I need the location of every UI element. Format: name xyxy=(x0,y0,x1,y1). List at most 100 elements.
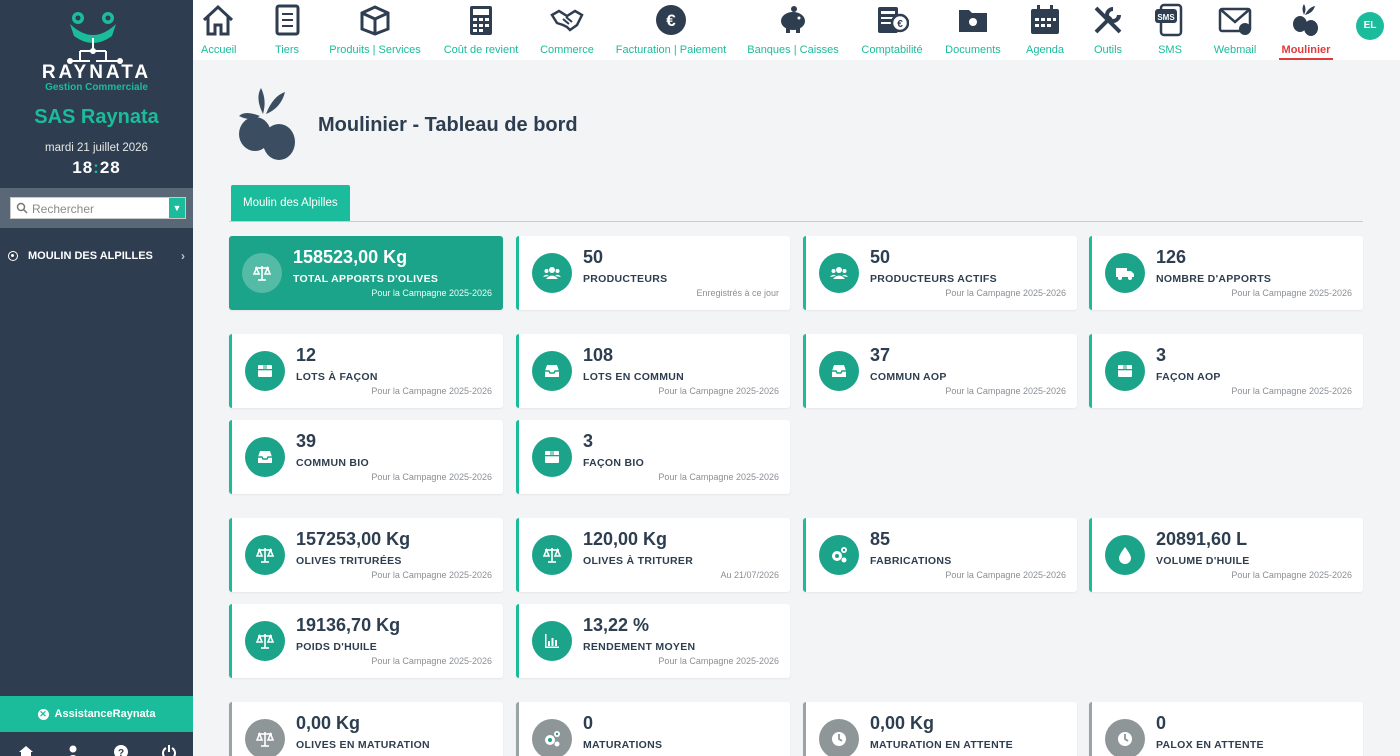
nav-item-label: Accueil xyxy=(201,44,237,56)
nav-item-label: Outils xyxy=(1093,44,1123,56)
scale-icon xyxy=(245,535,285,575)
clock-icon xyxy=(819,719,859,756)
stat-label: LOTS À FAÇON xyxy=(296,371,378,383)
stat-card[interactable]: 50 PRODUCTEURS Enregistrés à ce jour xyxy=(516,236,790,310)
stat-card[interactable]: 0,00 Kg MATURATION EN ATTENTE xyxy=(803,702,1077,756)
nav-item-webmail[interactable]: Webmail xyxy=(1208,0,1262,60)
stat-subtitle: Pour la Campagne 2025-2026 xyxy=(1231,386,1352,396)
stat-value: 39 xyxy=(296,431,317,451)
current-date: mardi 21 juillet 2026 xyxy=(45,142,148,154)
nav-item-label: Moulinier xyxy=(1281,44,1331,56)
nav-item-co-t-de-revient[interactable]: Coût de revient xyxy=(441,0,521,60)
stat-subtitle: Pour la Campagne 2025-2026 xyxy=(371,656,492,666)
stat-subtitle: Enregistrés à ce jour xyxy=(696,288,779,298)
nav-item-produits-services[interactable]: Produits | Services xyxy=(327,0,423,60)
stat-card[interactable]: 50 PRODUCTEURS ACTIFS Pour la Campagne 202… xyxy=(803,236,1077,310)
stat-card[interactable]: 120,00 Kg OLIVES À TRITURER Au 21/07/2026 xyxy=(516,518,790,592)
stat-card[interactable]: 157253,00 Kg OLIVES TRITURÉES Pour la Camp… xyxy=(229,518,503,592)
nav-item-documents[interactable]: Documents xyxy=(943,0,1003,60)
mail-icon xyxy=(1218,3,1252,37)
stat-subtitle: Pour la Campagne 2025-2026 xyxy=(371,570,492,580)
stat-value: 157253,00 Kg xyxy=(296,529,411,549)
nav-item-outils[interactable]: Outils xyxy=(1087,0,1129,60)
olive-icon xyxy=(239,88,295,160)
stat-subtitle: Pour la Campagne 2025-2026 xyxy=(945,386,1066,396)
nav-item-label: Commerce xyxy=(540,44,594,56)
stat-card[interactable]: 0,00 Kg OLIVES EN MATURATION xyxy=(229,702,503,756)
stat-value: 85 xyxy=(870,529,891,549)
box-icon xyxy=(532,437,572,477)
home-icon xyxy=(201,3,235,37)
nav-item-accueil[interactable]: Accueil xyxy=(201,0,237,60)
search-input[interactable]: Rechercher ▼ xyxy=(10,197,186,219)
stat-card[interactable]: 39 COMMUN BIO Pour la Campagne 2025-2026 xyxy=(229,420,503,494)
home-icon[interactable] xyxy=(18,744,34,756)
tab-divider xyxy=(229,221,1363,222)
stat-card[interactable]: 19136,70 Kg POIDS D'HUILE Pour la Campagne… xyxy=(229,604,503,678)
tab-moulin-des-alpilles[interactable]: Moulin des Alpilles xyxy=(231,185,350,222)
sidebar-item-label: MOULIN DES ALPILLES xyxy=(28,250,153,262)
stat-card[interactable]: 85 FABRICATIONS Pour la Campagne 2025-2026 xyxy=(803,518,1077,592)
stat-card[interactable]: 20891,60 L VOLUME D'HUILE Pour la Campagne… xyxy=(1089,518,1363,592)
sidebar-item-moulin[interactable]: MOULIN DES ALPILLES › xyxy=(0,248,193,266)
stat-label: RENDEMENT MOYEN xyxy=(583,641,696,653)
box-icon xyxy=(245,351,285,391)
help-icon[interactable]: ? xyxy=(113,744,129,756)
chevron-right-icon: › xyxy=(181,249,185,263)
nav-item-sms[interactable]: SMS SMS xyxy=(1150,0,1190,60)
stat-value: 126 xyxy=(1156,247,1187,267)
stat-label: MATURATIONS xyxy=(583,739,663,751)
chevron-down-icon[interactable]: ▼ xyxy=(169,198,185,218)
stat-card[interactable]: 12 LOTS À FAÇON Pour la Campagne 2025-2026 xyxy=(229,334,503,408)
stat-subtitle: Pour la Campagne 2025-2026 xyxy=(658,656,779,666)
nav-item-label: SMS xyxy=(1158,44,1182,56)
brand-subtitle: Gestion Commerciale xyxy=(45,82,148,93)
stat-label: COMMUN AOP xyxy=(870,371,947,383)
stat-card[interactable]: 0 PALOX EN ATTENTE xyxy=(1089,702,1363,756)
stat-card[interactable]: 3 FAÇON BIO Pour la Campagne 2025-2026 xyxy=(516,420,790,494)
stat-card[interactable]: 0 MATURATIONS xyxy=(516,702,790,756)
stat-subtitle: Au 21/07/2026 xyxy=(720,570,779,580)
clock-icon xyxy=(1105,719,1145,756)
stat-subtitle: Pour la Campagne 2025-2026 xyxy=(371,288,492,298)
stat-card[interactable]: 108 LOTS EN COMMUN Pour la Campagne 2025-2… xyxy=(516,334,790,408)
inbox-icon xyxy=(819,351,859,391)
nav-item-facturation-paiement[interactable]: € Facturation | Paiement xyxy=(615,0,727,60)
folder-icon xyxy=(956,3,990,37)
svg-text:€: € xyxy=(897,19,903,30)
stat-value: 3 xyxy=(583,431,594,451)
nav-item-agenda[interactable]: Agenda xyxy=(1020,0,1070,60)
nav-item-commerce[interactable]: Commerce xyxy=(536,0,598,60)
stat-value: 37 xyxy=(870,345,891,365)
stat-value: 20891,60 L xyxy=(1156,529,1248,549)
stat-card[interactable]: 126 NOMBRE D'APPORTS Pour la Campagne 2025… xyxy=(1089,236,1363,310)
chart-icon xyxy=(532,621,572,661)
stat-card[interactable]: 13,22 % RENDEMENT MOYEN Pour la Campagne 2… xyxy=(516,604,790,678)
nav-item-label: Facturation | Paiement xyxy=(615,44,727,56)
page-title: Moulinier - Tableau de bord xyxy=(318,114,578,136)
assistance-button[interactable]: ✕ AssistanceRaynata xyxy=(0,696,193,732)
nav-item-banques-caisses[interactable]: Banques | Caisses xyxy=(746,0,840,60)
stat-subtitle: Pour la Campagne 2025-2026 xyxy=(945,288,1066,298)
piggy-bank-icon xyxy=(776,3,810,37)
nav-item-tiers[interactable]: Tiers xyxy=(265,0,309,60)
user-icon[interactable] xyxy=(65,744,81,756)
nav-item-comptabilit[interactable]: € Comptabilité xyxy=(857,0,927,60)
assistance-label: AssistanceRaynata xyxy=(54,708,156,720)
nav-item-label: Banques | Caisses xyxy=(747,44,839,56)
power-icon[interactable] xyxy=(161,744,177,756)
sidebar: RAYNATA Gestion Commerciale SAS Raynata … xyxy=(0,0,193,756)
avatar[interactable]: EL xyxy=(1356,12,1384,40)
calendar-icon xyxy=(1028,3,1062,37)
users-icon xyxy=(819,253,859,293)
cogs-icon xyxy=(819,535,859,575)
stat-subtitle: Pour la Campagne 2025-2026 xyxy=(1231,288,1352,298)
stat-value: 12 xyxy=(296,345,317,365)
box-icon xyxy=(1105,351,1145,391)
nav-item-label: Webmail xyxy=(1213,44,1257,56)
stat-card[interactable]: 37 COMMUN AOP Pour la Campagne 2025-2026 xyxy=(803,334,1077,408)
nav-item-moulinier[interactable]: Moulinier xyxy=(1279,0,1333,60)
stat-card[interactable]: 3 FAÇON AOP Pour la Campagne 2025-2026 xyxy=(1089,334,1363,408)
current-time: 18:28 xyxy=(72,158,121,177)
stat-card[interactable]: 158523,00 Kg TOTAL APPORTS D'OLIVES Pour l… xyxy=(229,236,503,310)
